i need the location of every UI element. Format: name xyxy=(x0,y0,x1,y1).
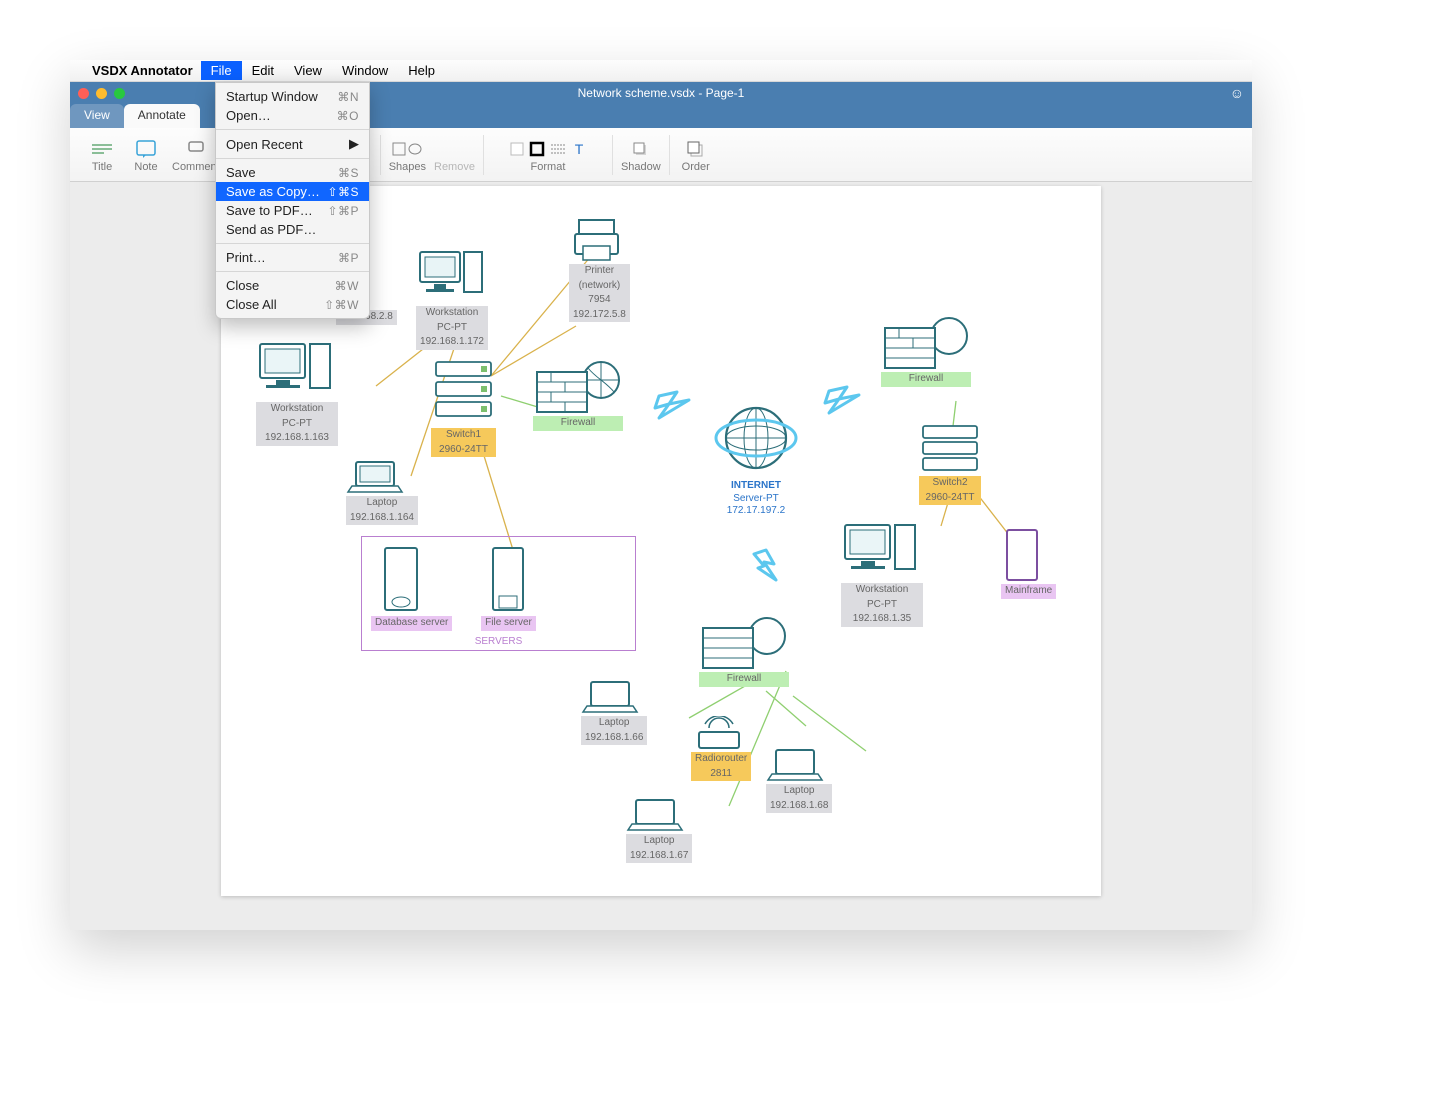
menu-open[interactable]: Open…⌘O xyxy=(216,106,369,125)
tool-note[interactable]: Note xyxy=(124,137,168,173)
router-node: Radiorouter2811 xyxy=(691,716,751,781)
menu-file[interactable]: File xyxy=(201,61,242,80)
menu-open-recent[interactable]: Open Recent▶ xyxy=(216,134,369,154)
printer-node: Printer(network)7954192.172.5.8 xyxy=(569,216,630,322)
menu-view[interactable]: View xyxy=(284,61,332,80)
tool-shadow[interactable]: Shadow xyxy=(617,137,665,173)
workstation-1: WorkstationPC-PT192.168.1.172 xyxy=(416,248,488,350)
firewall-left: Firewall xyxy=(533,360,623,431)
firewall-bottom: Firewall xyxy=(699,616,789,687)
tool-shapes[interactable]: Shapes xyxy=(385,137,430,173)
menu-save-to-pdf[interactable]: Save to PDF…⇧⌘P xyxy=(216,201,369,220)
tool-format[interactable]: T Format xyxy=(488,137,608,173)
tool-order[interactable]: Order xyxy=(674,137,718,173)
file-menu-dropdown: Startup Window⌘N Open…⌘O Open Recent▶ Sa… xyxy=(215,82,370,319)
menu-startup-window[interactable]: Startup Window⌘N xyxy=(216,87,369,106)
firewall-right: Firewall xyxy=(881,316,971,387)
workstation-2: WorkstationPC-PT192.168.1.163 xyxy=(256,340,338,446)
laptop-1: Laptop192.168.1.164 xyxy=(346,458,418,525)
laptop-4: Laptop192.168.1.68 xyxy=(766,746,832,813)
menu-send-as-pdf[interactable]: Send as PDF… xyxy=(216,220,369,239)
menu-window[interactable]: Window xyxy=(332,61,398,80)
menu-save-as-copy[interactable]: Save as Copy…⇧⌘S xyxy=(216,182,369,201)
internet-node: INTERNETServer-PT172.17.197.2 xyxy=(711,398,801,518)
file-server-node: File server xyxy=(481,544,536,631)
lightning-icon xyxy=(746,546,786,596)
mainframe-node: Mainframe xyxy=(1001,526,1056,599)
menu-save[interactable]: Save⌘S xyxy=(216,163,369,182)
app-name[interactable]: VSDX Annotator xyxy=(92,63,193,78)
macos-menubar: VSDX Annotator File Edit View Window Hel… xyxy=(70,60,1252,82)
workstation-3: WorkstationPC-PT192.168.1.35 xyxy=(841,521,923,627)
menu-close[interactable]: Close⌘W xyxy=(216,276,369,295)
menu-help[interactable]: Help xyxy=(398,61,445,80)
switch-2: Switch22960-24TT xyxy=(919,422,981,505)
switch-1: Switch12960-24TT xyxy=(431,358,496,457)
tab-view[interactable]: View xyxy=(70,104,124,128)
lightning-icon xyxy=(821,381,871,421)
laptop-3: Laptop192.168.1.67 xyxy=(626,796,692,863)
app-window: VSDX Annotator File Edit View Window Hel… xyxy=(70,60,1252,930)
laptop-2: Laptop192.168.1.66 xyxy=(581,678,647,745)
lightning-icon xyxy=(651,386,701,426)
menu-print[interactable]: Print…⌘P xyxy=(216,248,369,267)
database-server-node: Database server xyxy=(371,544,452,631)
menu-edit[interactable]: Edit xyxy=(242,61,284,80)
tool-title[interactable]: Title xyxy=(80,137,124,173)
tool-remove: Remove xyxy=(430,137,479,173)
svg-text:T: T xyxy=(575,141,584,157)
tab-annotate[interactable]: Annotate xyxy=(124,104,200,128)
menu-close-all[interactable]: Close All⇧⌘W xyxy=(216,295,369,314)
